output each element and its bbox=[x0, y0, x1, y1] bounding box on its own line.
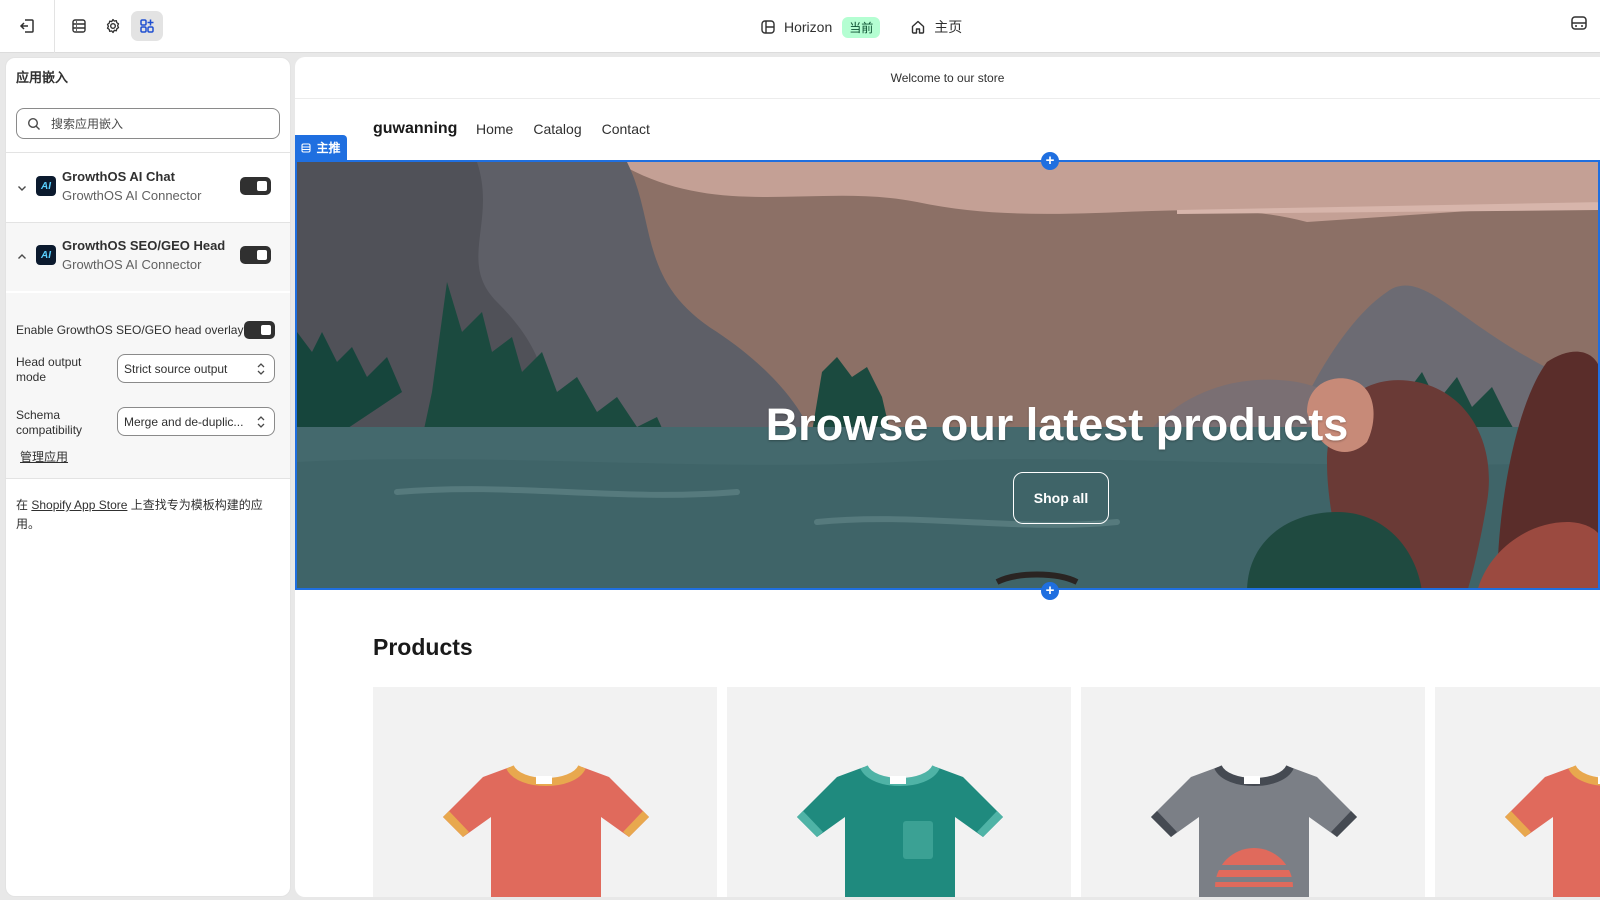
preview-icon bbox=[1571, 16, 1587, 30]
shop-all-button[interactable]: Shop all bbox=[1013, 472, 1109, 524]
head-output-value: Strict source output bbox=[124, 361, 228, 376]
device-preview-button[interactable] bbox=[1570, 14, 1588, 37]
add-section-top-button[interactable]: + bbox=[1041, 152, 1059, 170]
topbar-center: Horizon 当前 主页 bbox=[760, 15, 962, 39]
chevron-down-icon[interactable] bbox=[16, 182, 28, 194]
announcement-bar[interactable]: Welcome to our store bbox=[295, 57, 1600, 99]
search-input[interactable] bbox=[51, 116, 251, 131]
nav-contact[interactable]: Contact bbox=[602, 121, 650, 137]
product-card[interactable] bbox=[727, 687, 1071, 897]
schema-value: Merge and de-duplic... bbox=[124, 414, 244, 429]
tshirt-teal-image bbox=[797, 764, 1003, 897]
page-selector[interactable]: 主页 bbox=[910, 17, 962, 37]
schema-select[interactable]: Merge and de-duplic... bbox=[117, 407, 275, 436]
tshirt-red-image bbox=[1505, 764, 1600, 897]
sections-button[interactable] bbox=[63, 11, 95, 41]
app-store-note: 在 Shopify App Store 上查找专为模板构建的应用。 bbox=[16, 498, 263, 531]
store-nav: Home Catalog Contact bbox=[476, 121, 650, 137]
editor-topbar: Horizon 当前 主页 bbox=[0, 0, 1600, 53]
select-arrows-icon bbox=[257, 416, 265, 428]
app-embeds-button[interactable] bbox=[131, 11, 163, 41]
select-arrows-icon bbox=[257, 363, 265, 375]
tshirt-red-image bbox=[443, 764, 649, 897]
section-tag-label: 主推 bbox=[316, 141, 341, 155]
section-tag[interactable]: 主推 bbox=[295, 135, 347, 160]
sections-icon bbox=[72, 19, 86, 33]
home-icon bbox=[912, 20, 925, 34]
current-theme-badge: 当前 bbox=[842, 16, 881, 38]
theme-settings-button[interactable] bbox=[97, 11, 129, 41]
divider bbox=[6, 152, 290, 153]
search-icon bbox=[27, 117, 40, 130]
growthos-app-icon: AI bbox=[36, 245, 56, 265]
add-section-bottom-button[interactable]: + bbox=[1041, 582, 1059, 600]
store-preview: Welcome to our store guwanning Home Cata… bbox=[295, 57, 1600, 897]
embed-toggle[interactable] bbox=[240, 246, 271, 264]
embed-subtitle: GrowthOS AI Connector bbox=[62, 188, 202, 203]
product-card[interactable] bbox=[1435, 687, 1600, 897]
page-label: 主页 bbox=[934, 19, 963, 35]
search-field[interactable] bbox=[16, 108, 280, 139]
head-output-label: Head output mode bbox=[16, 355, 82, 384]
head-output-select[interactable]: Strict source output bbox=[117, 354, 275, 383]
store-name[interactable]: guwanning bbox=[373, 120, 457, 138]
theme-icon bbox=[761, 20, 775, 34]
exit-button[interactable] bbox=[11, 11, 43, 41]
products-heading: Products bbox=[373, 634, 473, 660]
sidebar-title: 应用嵌入 bbox=[16, 70, 69, 85]
theme-name[interactable]: Horizon bbox=[784, 19, 832, 35]
manage-app-link[interactable]: 管理应用 bbox=[20, 448, 68, 465]
section-icon bbox=[301, 142, 312, 153]
nav-catalog[interactable]: Catalog bbox=[533, 121, 581, 137]
product-card[interactable] bbox=[373, 687, 717, 897]
chevron-up-icon[interactable] bbox=[16, 251, 28, 263]
nav-home[interactable]: Home bbox=[476, 121, 513, 137]
embed-growthos-ai-chat[interactable]: AI GrowthOS AI Chat GrowthOS AI Connecto… bbox=[6, 154, 290, 222]
overlay-toggle[interactable] bbox=[244, 321, 275, 339]
shopify-app-store-link[interactable]: Shopify App Store bbox=[31, 498, 127, 512]
schema-label: Schema compatibility bbox=[16, 408, 83, 437]
hero-title: Browse our latest products bbox=[765, 399, 1349, 450]
tshirt-gray-image bbox=[1151, 764, 1357, 897]
embed-growthos-seo-geo-head[interactable]: AI GrowthOS SEO/GEO Head GrowthOS AI Con… bbox=[6, 223, 290, 291]
product-card[interactable] bbox=[1081, 687, 1425, 897]
app-embeds-sidebar: 应用嵌入 AI GrowthOS AI Chat GrowthOS AI Con… bbox=[5, 57, 291, 897]
embed-name: GrowthOS SEO/GEO Head bbox=[62, 238, 226, 253]
topbar-divider bbox=[54, 0, 55, 53]
growthos-app-icon: AI bbox=[36, 176, 56, 196]
announcement-text: Welcome to our store bbox=[890, 70, 1005, 85]
hero-illustration bbox=[297, 162, 1598, 588]
overlay-setting-label: Enable GrowthOS SEO/GEO head overlay bbox=[16, 323, 244, 337]
apps-icon bbox=[140, 19, 154, 33]
gear-icon bbox=[106, 18, 120, 34]
embed-toggle[interactable] bbox=[240, 177, 271, 195]
divider bbox=[6, 478, 290, 479]
exit-icon bbox=[19, 19, 34, 33]
embed-name: GrowthOS AI Chat bbox=[62, 169, 175, 184]
embed-subtitle: GrowthOS AI Connector bbox=[62, 257, 202, 272]
hero-banner[interactable]: Browse our latest products Shop all bbox=[295, 160, 1600, 590]
